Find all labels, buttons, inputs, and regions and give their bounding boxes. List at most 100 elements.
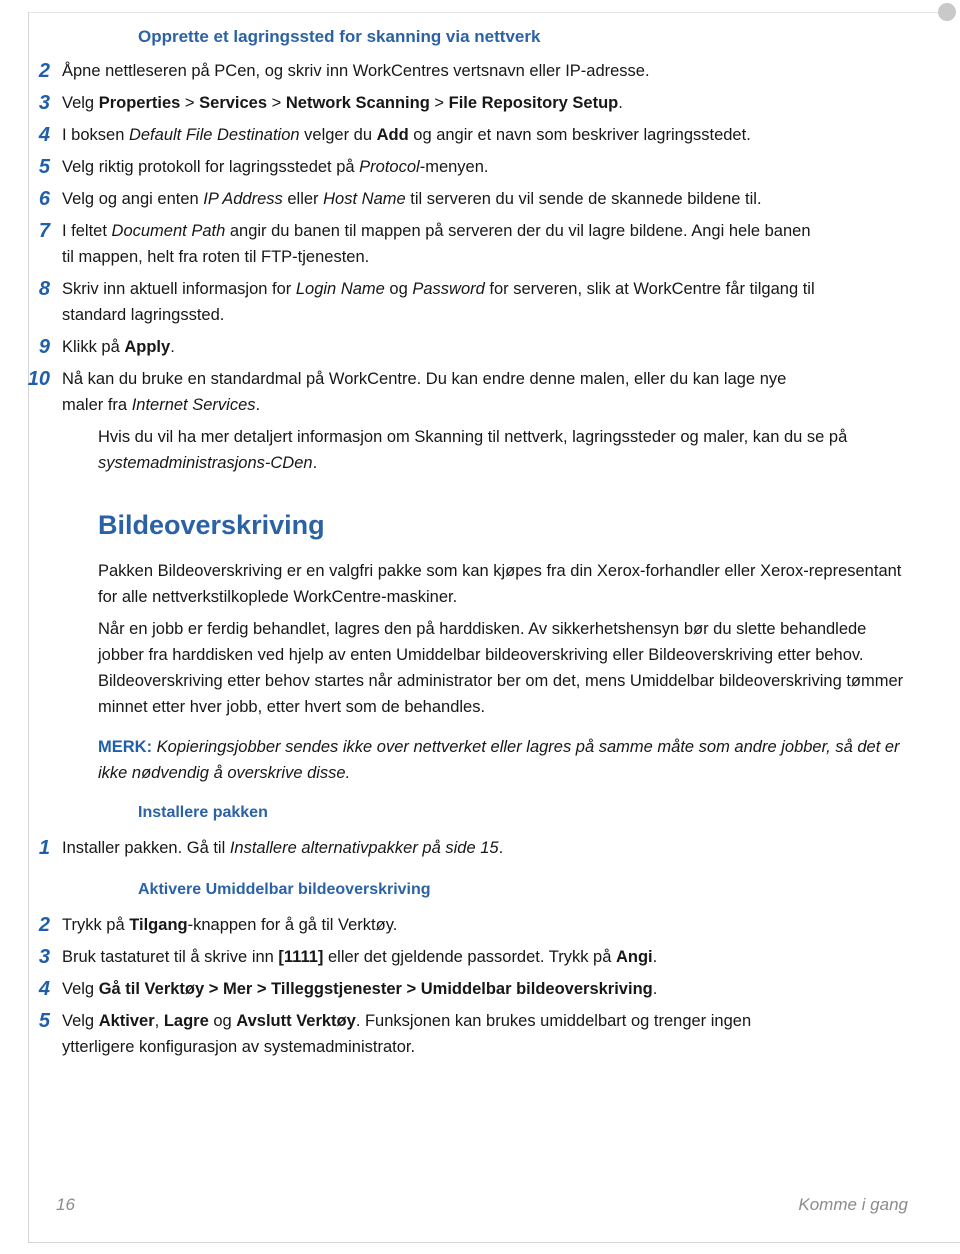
- numbered-step: 3 Velg Properties > Services > Network Sc…: [0, 90, 960, 116]
- numbered-step: 6 Velg og angi enten IP Address eller Hos…: [0, 186, 960, 212]
- footer-chapter-title: Komme i gang: [798, 1195, 908, 1214]
- step-text: Velg Aktiver, Lagre og Avslutt Verktøy. …: [62, 1008, 872, 1060]
- numbered-step: 8 Skriv inn aktuell informasjon for Login…: [0, 276, 960, 328]
- text-run: Skriv inn aktuell informasjon for: [62, 280, 296, 298]
- text-run: .: [652, 980, 658, 998]
- text-run: og angir et navn som beskriver lagringss…: [408, 126, 751, 144]
- step-number: 4: [38, 124, 50, 146]
- step-number: 7: [38, 220, 50, 242]
- overwrite-paragraphs: Pakken Bildeoverskriving er en valgfri p…: [0, 558, 960, 720]
- footer-page-number: 16: [56, 1195, 75, 1214]
- numbered-step: 9 Klikk på Apply.: [0, 334, 960, 360]
- emphasis-bold: [1111]: [278, 948, 324, 966]
- chapter-heading: Bildeoverskriving: [98, 510, 325, 540]
- step-text: Velg Properties > Services > Network Sca…: [62, 90, 872, 116]
- emphasis-italic: Password: [412, 280, 485, 298]
- activate-subheading: Aktivere Umiddelbar bildeoverskriving: [138, 881, 431, 898]
- emphasis-bold: Aktiver: [98, 1012, 155, 1030]
- emphasis-bold: Services: [199, 94, 268, 112]
- text-run: .: [498, 839, 504, 857]
- step-number: 5: [38, 1010, 50, 1032]
- numbered-step: 3 Bruk tastaturet til å skrive inn [1111]…: [0, 944, 960, 970]
- emphasis-bold: Add: [376, 126, 409, 144]
- body-paragraph: Pakken Bildeoverskriving er en valgfri p…: [0, 558, 960, 610]
- page-content: Opprette et lagringssted for skanning vi…: [0, 26, 960, 1066]
- text-run: og: [384, 280, 413, 298]
- text-run: til serveren du vil sende de skannede bi…: [405, 190, 762, 208]
- install-steps-list: 1 Installer pakken. Gå til Installere alt…: [0, 835, 960, 861]
- text-run: Hvis du vil ha mer detaljert informasjon…: [98, 428, 848, 446]
- text-run: Velg: [62, 94, 99, 112]
- step-number: 8: [38, 278, 50, 300]
- step-text: Velg riktig protokoll for lagringsstedet…: [62, 154, 872, 180]
- emphasis-bold: Avslutt Verktøy: [236, 1012, 356, 1030]
- text-run: og: [208, 1012, 237, 1030]
- scan-steps-list: 2 Åpne nettleseren på PCen, og skriv inn …: [0, 58, 960, 418]
- numbered-step: 2 Trykk på Tilgang-knappen for å gå til V…: [0, 912, 960, 938]
- emphasis-italic: IP Address: [203, 190, 283, 208]
- emphasis-italic: Default File Destination: [128, 126, 300, 144]
- step-text: Klikk på Apply.: [62, 334, 872, 360]
- text-run: Når en jobb er ferdig behandlet, lagres …: [98, 620, 904, 716]
- text-run: .: [312, 454, 318, 472]
- text-run: Velg og angi enten: [62, 190, 204, 208]
- emphasis-bold: File Repository Setup: [448, 94, 619, 112]
- numbered-step: 4 Velg Gå til Verktøy > Mer > Tilleggstje…: [0, 976, 960, 1002]
- step-number: 1: [38, 837, 50, 859]
- text-run: I feltet: [62, 222, 112, 240]
- text-run: .: [170, 338, 175, 356]
- text-run: Bruk tastaturet til å skrive inn: [62, 948, 279, 966]
- page-footer: 16 Komme i gang: [0, 1190, 960, 1220]
- note-label: MERK:: [98, 738, 153, 756]
- note-text: Kopieringsjobber sendes ikke over nettve…: [98, 738, 900, 782]
- text-run: eller det gjeldende passordet. Trykk på: [323, 948, 616, 966]
- step-text: I feltet Document Path angir du banen ti…: [62, 218, 872, 270]
- install-subheading: Installere pakken: [138, 804, 268, 821]
- text-run: Velg: [62, 1012, 99, 1030]
- text-run: .: [652, 948, 658, 966]
- numbered-step: 1 Installer pakken. Gå til Installere alt…: [0, 835, 960, 861]
- emphasis-italic: systemadministrasjons-CDen: [98, 454, 313, 472]
- step-text: Velg Gå til Verktøy > Mer > Tilleggstjen…: [62, 976, 872, 1002]
- text-run: >: [180, 94, 200, 112]
- section-heading: Opprette et lagringssted for skanning vi…: [138, 27, 541, 46]
- text-run: eller: [282, 190, 324, 208]
- emphasis-italic: Host Name: [323, 190, 406, 208]
- text-run: .: [255, 396, 261, 414]
- corner-dot-decoration: [938, 3, 956, 21]
- text-run: velger du: [299, 126, 377, 144]
- step-number: 3: [38, 92, 50, 114]
- text-run: >: [267, 94, 286, 112]
- emphasis-bold: Tilgang: [129, 916, 188, 934]
- page-bottom-rule: [28, 1242, 960, 1243]
- step-text: Installer pakken. Gå til Installere alte…: [62, 835, 872, 861]
- closing-paragraph: Hvis du vil ha mer detaljert informasjon…: [0, 424, 960, 476]
- step-number: 9: [38, 336, 50, 358]
- text-run: -menyen.: [419, 158, 489, 176]
- emphasis-bold: Gå til Verktøy > Mer > Tilleggstjenester…: [98, 980, 653, 998]
- step-text: Skriv inn aktuell informasjon for Login …: [62, 276, 872, 328]
- step-text: Bruk tastaturet til å skrive inn [1111] …: [62, 944, 872, 970]
- step-text: Nå kan du bruke en standardmal på WorkCe…: [62, 366, 872, 418]
- text-run: I boksen: [62, 126, 129, 144]
- numbered-step: 2 Åpne nettleseren på PCen, og skriv inn …: [0, 58, 960, 84]
- numbered-step: 5 Velg Aktiver, Lagre og Avslutt Verktøy.…: [0, 1008, 960, 1060]
- activate-steps-list: 2 Trykk på Tilgang-knappen for å gå til V…: [0, 912, 960, 1060]
- step-text: Velg og angi enten IP Address eller Host…: [62, 186, 872, 212]
- step-number: 2: [38, 60, 50, 82]
- text-run: -knappen for å gå til Verktøy.: [187, 916, 398, 934]
- emphasis-italic: Login Name: [295, 280, 385, 298]
- page-top-rule: [28, 12, 940, 13]
- emphasis-italic: Document Path: [111, 222, 226, 240]
- note-paragraph: MERK: Kopieringsjobber sendes ikke over …: [0, 734, 960, 786]
- emphasis-bold: Properties: [98, 94, 181, 112]
- emphasis-bold: Lagre: [163, 1012, 209, 1030]
- emphasis-italic: Protocol: [359, 158, 420, 176]
- body-paragraph: Når en jobb er ferdig behandlet, lagres …: [0, 616, 960, 720]
- step-number: 6: [38, 188, 50, 210]
- numbered-step: 10 Nå kan du bruke en standardmal på Work…: [0, 366, 960, 418]
- step-number: 10: [27, 368, 50, 390]
- text-run: Trykk på: [62, 916, 130, 934]
- emphasis-italic: Internet Services: [131, 396, 256, 414]
- emphasis-bold: Angi: [615, 948, 653, 966]
